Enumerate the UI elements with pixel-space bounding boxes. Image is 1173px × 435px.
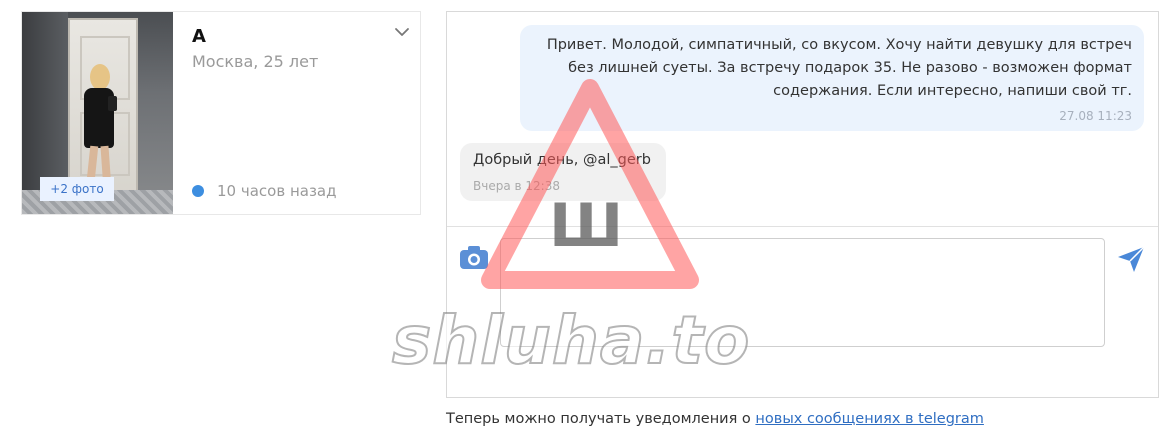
telegram-notification-note: Теперь можно получать уведомления о новы…: [446, 411, 984, 427]
message-input[interactable]: [500, 238, 1105, 347]
message-text: Привет. Молодой, симпатичный, со вкусом.…: [546, 37, 1132, 99]
photo-figure-head: [90, 64, 110, 90]
last-seen-text: 10 часов назад: [217, 182, 337, 200]
status-dot-icon: [192, 185, 204, 197]
profile-photo[interactable]: +2 фото: [22, 12, 173, 214]
message-list[interactable]: Привет. Молодой, симпатичный, со вкусом.…: [447, 12, 1158, 227]
message-time: Вчера в 12:38: [473, 179, 560, 193]
camera-icon[interactable]: [459, 244, 489, 270]
profile-location-age: Москва, 25 лет: [192, 52, 319, 71]
more-photos-badge[interactable]: +2 фото: [40, 177, 114, 201]
photo-phone: [108, 96, 117, 111]
message-text: Добрый день, @al_gerb: [473, 152, 651, 168]
send-icon[interactable]: [1116, 244, 1146, 274]
telegram-link[interactable]: новых сообщениях в telegram: [755, 411, 983, 427]
outgoing-message: Привет. Молодой, симпатичный, со вкусом.…: [520, 25, 1144, 131]
profile-card[interactable]: +2 фото А Москва, 25 лет 10 часов назад: [21, 11, 421, 215]
message-time: 27.08 11:23: [1059, 109, 1132, 123]
telegram-note-text: Теперь можно получать уведомления о: [446, 411, 756, 427]
incoming-message: Добрый день, @al_gerb Вчера в 12:38: [460, 143, 666, 201]
profile-name: А: [192, 26, 206, 47]
chevron-down-icon[interactable]: [394, 24, 410, 40]
online-status: 10 часов назад: [192, 182, 336, 200]
chat-panel: Привет. Молодой, симпатичный, со вкусом.…: [446, 11, 1159, 398]
